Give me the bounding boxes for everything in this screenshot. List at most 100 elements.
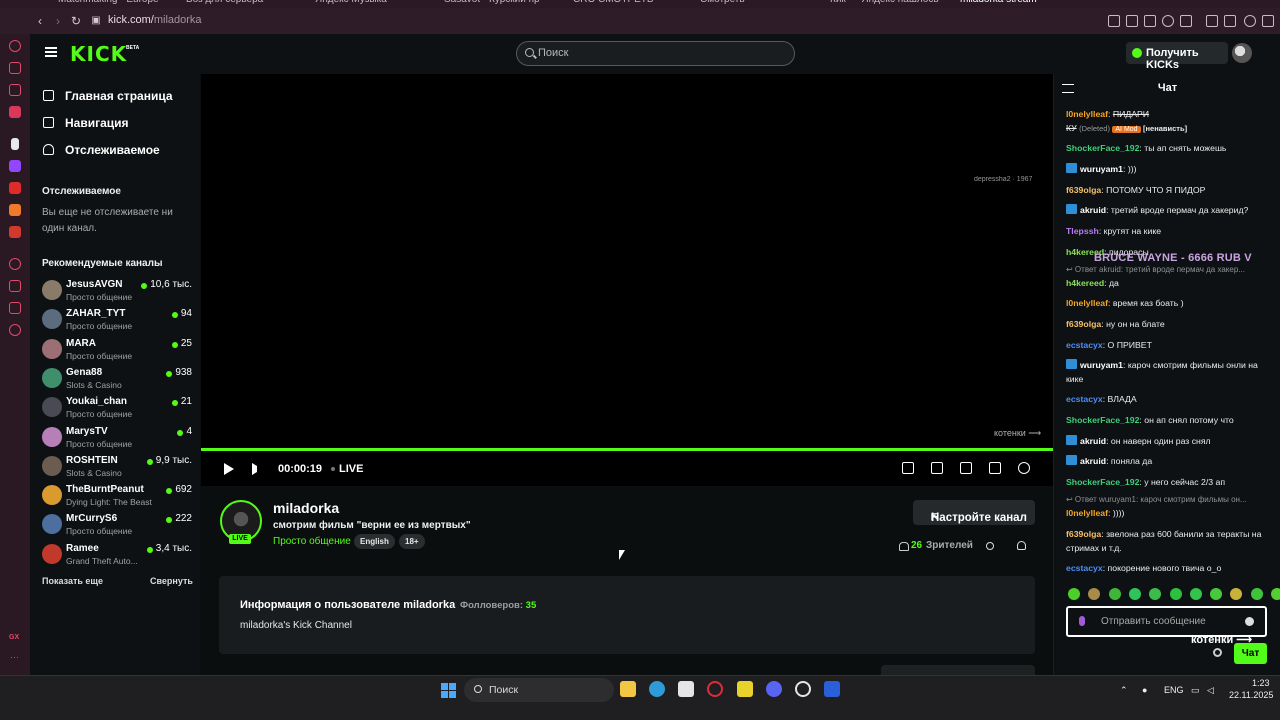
emote-icon[interactable] bbox=[1250, 588, 1263, 600]
chat-username[interactable]: h4kereed bbox=[1066, 278, 1104, 288]
show-more-link[interactable]: Показать еще bbox=[42, 576, 103, 586]
cube-icon[interactable] bbox=[9, 302, 21, 314]
user-settings-icon[interactable] bbox=[1017, 541, 1026, 550]
forward-icon[interactable]: › bbox=[50, 13, 66, 29]
chat-reply-context[interactable]: ↩ Ответ wuruyam1: кароч смотрим фильмы о… bbox=[1066, 495, 1264, 504]
hamburger-menu-icon[interactable] bbox=[45, 47, 57, 57]
recommended-channel-item[interactable]: Gena88 Slots & Casino 938 bbox=[40, 366, 192, 394]
heart-icon[interactable] bbox=[1180, 15, 1192, 27]
chat-username[interactable]: ecstacyx bbox=[1066, 394, 1103, 404]
browser-tab[interactable]: Яндекс Музыка bbox=[315, 0, 425, 8]
get-kicks-button[interactable]: Получить KICKs bbox=[1126, 42, 1228, 71]
play-extension-icon[interactable] bbox=[1162, 15, 1174, 27]
chat-settings-icon[interactable] bbox=[1213, 648, 1222, 657]
store-icon[interactable] bbox=[678, 681, 694, 697]
emote-icon[interactable] bbox=[1088, 588, 1101, 600]
app-icon[interactable] bbox=[737, 681, 753, 697]
recommended-channel-item[interactable]: ZAHAR_TYT Просто общение 94 bbox=[40, 307, 192, 335]
chat-username[interactable]: ecstacyx bbox=[1066, 563, 1103, 573]
shopping-icon[interactable] bbox=[9, 62, 21, 74]
browser-tab[interactable]: CRO CMOTPETЬ bbox=[573, 0, 683, 8]
clock-date[interactable]: 22.11.2025 bbox=[1229, 690, 1273, 700]
fullscreen-icon[interactable] bbox=[989, 462, 1001, 474]
tag-language[interactable]: English bbox=[354, 534, 395, 549]
app-icon[interactable] bbox=[824, 681, 840, 697]
gaming-icon[interactable] bbox=[9, 84, 21, 96]
clip-icon[interactable] bbox=[931, 462, 943, 474]
chat-username[interactable]: l0nelylleaf bbox=[1066, 109, 1108, 119]
extension-icon[interactable] bbox=[1108, 15, 1120, 27]
chevron-up-icon[interactable]: ⌃ bbox=[1120, 685, 1128, 696]
chat-input[interactable] bbox=[1101, 616, 1241, 627]
browser-tab[interactable]: Matchmaking - Europe bbox=[58, 0, 168, 8]
chat-username[interactable]: ShockerFace_192 bbox=[1066, 415, 1139, 425]
chat-username[interactable]: akruid bbox=[1080, 205, 1106, 215]
emote-icon[interactable] bbox=[1271, 588, 1280, 600]
kick-logo[interactable]: KICK bbox=[70, 42, 127, 66]
emote-icon[interactable] bbox=[1108, 588, 1121, 600]
gear-icon[interactable] bbox=[1018, 462, 1030, 474]
player-icon[interactable] bbox=[9, 258, 21, 270]
opera-gx-icon[interactable] bbox=[707, 681, 723, 697]
send-chat-button[interactable]: Чат bbox=[1234, 643, 1267, 664]
gear-icon[interactable] bbox=[9, 324, 21, 336]
recommended-channel-item[interactable]: MarysTV Просто общение 4 bbox=[40, 425, 192, 453]
emote-icon[interactable] bbox=[1169, 588, 1182, 600]
emote-icon[interactable] bbox=[1230, 588, 1243, 600]
emote-icon[interactable] bbox=[1210, 588, 1223, 600]
box-icon[interactable] bbox=[1206, 15, 1218, 27]
recommended-channel-item[interactable]: ROSHTEIN Slots & Casino 9,9 тыс. bbox=[40, 454, 192, 482]
user-avatar[interactable] bbox=[1232, 43, 1252, 63]
recommended-channel-item[interactable]: MARA Просто общение 25 bbox=[40, 337, 192, 365]
recommended-channel-item[interactable]: MrCurryS6 Просто общение 222 bbox=[40, 512, 192, 540]
play-icon[interactable] bbox=[224, 463, 234, 475]
search-input[interactable] bbox=[538, 47, 778, 59]
microphone-icon[interactable]: ● bbox=[1142, 685, 1147, 695]
clock-icon[interactable] bbox=[9, 280, 21, 292]
video-player[interactable]: depressha2 · 1967 котенки ⟶ 00:00:19 LIV… bbox=[201, 74, 1053, 486]
stream-category[interactable]: Просто общение bbox=[273, 536, 351, 547]
edge-icon[interactable] bbox=[649, 681, 665, 697]
chat-username[interactable]: l0nelylleaf bbox=[1066, 508, 1108, 518]
emote-icon[interactable] bbox=[1149, 588, 1162, 600]
browser-tab[interactable]: Смотреть bbox=[700, 0, 810, 8]
share-icon[interactable] bbox=[986, 542, 994, 550]
history-icon[interactable] bbox=[9, 40, 21, 52]
screenshot-icon[interactable] bbox=[1126, 15, 1138, 27]
reload-icon[interactable]: ↻ bbox=[68, 13, 84, 29]
discord-icon[interactable] bbox=[766, 681, 782, 697]
chat-username[interactable]: wuruyam1 bbox=[1080, 360, 1123, 370]
emoji-icon[interactable] bbox=[1245, 617, 1254, 626]
network-icon[interactable]: ▭ bbox=[1191, 685, 1200, 696]
browser-tab[interactable]: Боз для сервера bbox=[186, 0, 296, 8]
browser-tab[interactable]: Sasavot - Курский пр bbox=[444, 0, 554, 8]
chat-username[interactable]: ShockerFace_192 bbox=[1066, 477, 1139, 487]
chat-username[interactable]: l0nelylleaf bbox=[1066, 298, 1108, 308]
recommended-channel-item[interactable]: Ramee Grand Theft Auto... 3,4 тыс. bbox=[40, 542, 192, 570]
emote-icon[interactable] bbox=[1189, 588, 1202, 600]
chat-username[interactable]: f639olga bbox=[1066, 185, 1101, 195]
chat-username[interactable]: akruid bbox=[1080, 436, 1106, 446]
taskbar-search[interactable]: Поиск bbox=[464, 678, 614, 702]
chat-username[interactable]: f639olga bbox=[1066, 319, 1101, 329]
recommended-channel-item[interactable]: JesusAVGN Просто общение 10,6 тыс. bbox=[40, 278, 192, 306]
address-bar[interactable]: kick.com/miladorka bbox=[108, 14, 202, 26]
channel-name[interactable]: miladorka bbox=[273, 500, 339, 516]
theater-mode-icon[interactable] bbox=[960, 462, 972, 474]
twitch-icon[interactable] bbox=[9, 160, 21, 172]
chat-reply-context[interactable]: ↩ Ответ akruid: третий вроде пермач да х… bbox=[1066, 265, 1264, 274]
collapse-link[interactable]: Свернуть bbox=[150, 576, 193, 586]
setup-channel-button[interactable]: Настройте канал ⇱ bbox=[913, 500, 1035, 525]
chat-username[interactable]: Tlepssh bbox=[1066, 226, 1099, 236]
chat-username[interactable]: ShockerFace_192 bbox=[1066, 143, 1139, 153]
app-icon[interactable] bbox=[9, 204, 21, 216]
kick-icon[interactable] bbox=[11, 138, 19, 150]
file-explorer-icon[interactable] bbox=[620, 681, 636, 697]
browser-tab-active[interactable]: miladorka stream bbox=[960, 0, 1070, 8]
search-box[interactable] bbox=[516, 41, 795, 66]
recommended-channel-item[interactable]: TheBurntPeanut Dying Light: The Beast 692 bbox=[40, 483, 192, 511]
gift-icon[interactable] bbox=[1224, 15, 1236, 27]
tag-age[interactable]: 18+ bbox=[399, 534, 425, 549]
settings-icon[interactable] bbox=[1244, 15, 1256, 27]
clock-time[interactable]: 1:23 bbox=[1252, 678, 1270, 688]
